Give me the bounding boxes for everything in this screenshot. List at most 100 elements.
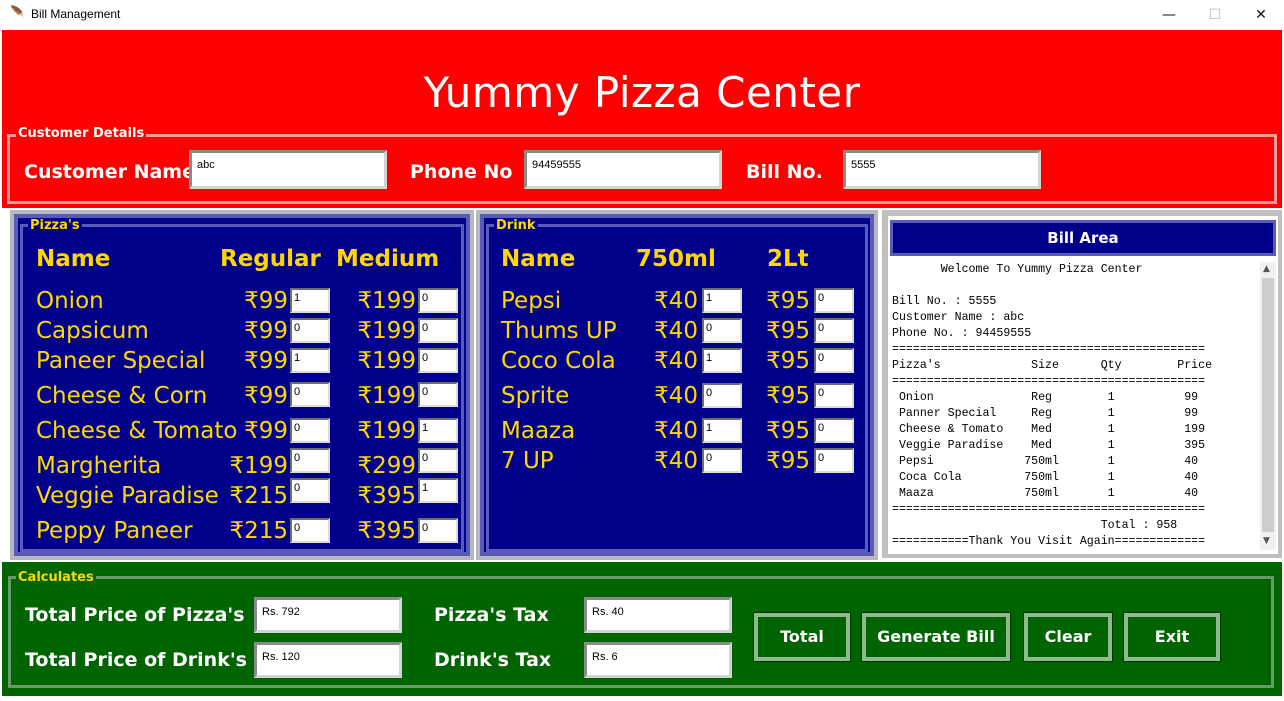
scroll-down-icon[interactable]: ▼ — [1263, 536, 1270, 546]
drink-750ml-price: ₹40 — [654, 418, 698, 444]
pizza-medium-price: ₹395 — [357, 483, 416, 509]
drink-750ml-qty-input[interactable]: 0 — [702, 318, 742, 343]
drink-tax-input[interactable]: Rs. 6 — [584, 642, 732, 678]
generate-bill-button[interactable]: Generate Bill — [861, 612, 1011, 662]
drink-2lt-qty-input[interactable]: 0 — [814, 288, 854, 313]
pizza-medium-qty-input[interactable]: 0 — [418, 288, 458, 313]
pizza-header-name: Name — [36, 246, 111, 272]
drink-2lt-qty-input[interactable]: 0 — [814, 383, 854, 408]
pizza-tax-label: Pizza's Tax — [434, 604, 549, 626]
drink-header-2lt: 2Lt — [767, 246, 809, 272]
calculates-legend: Calculates — [16, 570, 96, 585]
bill-textarea[interactable]: Welcome To Yummy Pizza Center Bill No. : … — [892, 262, 1252, 548]
drink-750ml-qty-input[interactable]: 0 — [702, 448, 742, 473]
pizza-name: Margherita — [36, 453, 162, 479]
drink-tax-label: Drink's Tax — [434, 649, 552, 671]
bill-scrollbar[interactable]: ▲ ▼ — [1260, 262, 1276, 550]
drink-2lt-price: ₹95 — [766, 318, 810, 344]
pizza-regular-qty-input[interactable]: 0 — [290, 518, 330, 543]
bill-line: Maaza 750ml 1 40 — [892, 487, 1199, 500]
total-button[interactable]: Total — [753, 612, 851, 662]
drink-panel: Drink Name 750ml 2Lt Pepsi ₹40 1 ₹95 0 Thums … — [480, 214, 874, 556]
pizza-regular-price: ₹199 — [229, 453, 288, 479]
bill-no-input[interactable]: 5555 — [843, 150, 1041, 189]
header-banner: Yummy Pizza Center — [2, 30, 1282, 130]
drink-750ml-price: ₹40 — [654, 348, 698, 374]
pizza-regular-qty-input[interactable]: 0 — [290, 318, 330, 343]
drink-750ml-qty-input[interactable]: 0 — [702, 383, 742, 408]
pizza-name: Cheese & Corn — [36, 383, 208, 409]
close-button[interactable]: ✕ — [1238, 0, 1284, 30]
bill-scroll-thumb[interactable] — [1262, 278, 1274, 532]
pizza-regular-qty-input[interactable]: 0 — [290, 418, 330, 443]
drink-2lt-qty-input[interactable]: 0 — [814, 348, 854, 373]
drink-2lt-qty-input[interactable]: 0 — [814, 418, 854, 443]
bill-line: Onion Reg 1 99 — [892, 391, 1199, 404]
pizza-regular-price: ₹99 — [244, 288, 288, 314]
pizza-medium-qty-input[interactable]: 0 — [418, 382, 458, 407]
drink-750ml-price: ₹40 — [654, 318, 698, 344]
customer-name-label: Customer Name — [24, 161, 195, 183]
drink-2lt-qty-input[interactable]: 0 — [814, 318, 854, 343]
drink-legend: Drink — [494, 218, 538, 233]
drink-2lt-price: ₹95 — [766, 288, 810, 314]
maximize-button[interactable]: ☐ — [1192, 0, 1238, 30]
pizza-medium-price: ₹199 — [357, 418, 416, 444]
pizza-regular-qty-input[interactable]: 0 — [290, 448, 330, 473]
clear-button[interactable]: Clear — [1023, 612, 1113, 662]
bill-line: Welcome To Yummy Pizza Center — [892, 263, 1143, 276]
pizza-medium-price: ₹395 — [357, 518, 416, 544]
pizza-regular-qty-input[interactable]: 0 — [290, 478, 330, 503]
pizza-medium-qty-input[interactable]: 0 — [418, 318, 458, 343]
scroll-up-icon[interactable]: ▲ — [1263, 264, 1270, 274]
bill-line: ========================================… — [892, 503, 1206, 516]
pizza-regular-price: ₹99 — [244, 383, 288, 409]
pizza-medium-qty-input[interactable]: 1 — [418, 478, 458, 503]
pizza-total-input[interactable]: Rs. 792 — [254, 597, 402, 633]
bill-line: Customer Name : abc — [892, 311, 1025, 324]
bill-no-label: Bill No. — [746, 161, 823, 183]
bill-area-frame: Bill Area Welcome To Yummy Pizza Center B… — [882, 210, 1282, 558]
bill-line — [892, 278, 1252, 294]
customer-name-input[interactable]: abc — [189, 150, 387, 189]
drink-total-input[interactable]: Rs. 120 — [254, 642, 402, 678]
drink-750ml-qty-input[interactable]: 1 — [702, 288, 742, 313]
drink-750ml-qty-input[interactable]: 1 — [702, 418, 742, 443]
phone-input[interactable]: 94459555 — [524, 150, 722, 189]
pizza-medium-price: ₹299 — [357, 453, 416, 479]
pizza-regular-qty-input[interactable]: 1 — [290, 288, 330, 313]
drink-2lt-qty-input[interactable]: 0 — [814, 448, 854, 473]
pizza-regular-price: ₹99 — [244, 418, 288, 444]
bill-line: ===========Thank You Visit Again========… — [892, 535, 1206, 548]
pizza-regular-price: ₹215 — [229, 483, 288, 509]
bill-area-title: Bill Area — [890, 220, 1276, 256]
minimize-button[interactable]: — — [1146, 0, 1192, 30]
window-title: Bill Management — [31, 7, 121, 21]
pizza-medium-price: ₹199 — [357, 288, 416, 314]
pizza-legend: Pizza's — [28, 218, 82, 233]
drink-2lt-price: ₹95 — [766, 348, 810, 374]
bill-line: Phone No. : 94459555 — [892, 327, 1032, 340]
pizza-medium-qty-input[interactable]: 0 — [418, 518, 458, 543]
bill-line: Pizza's Size Qty Price — [892, 359, 1213, 372]
pizza-regular-qty-input[interactable]: 0 — [290, 382, 330, 407]
pizza-regular-price: ₹215 — [229, 518, 288, 544]
exit-button[interactable]: Exit — [1123, 612, 1221, 662]
pizza-regular-qty-input[interactable]: 1 — [290, 348, 330, 373]
drink-name: Pepsi — [501, 288, 562, 314]
drink-2lt-price: ₹95 — [766, 383, 810, 409]
pizza-tax-input[interactable]: Rs. 40 — [584, 597, 732, 633]
pizza-medium-qty-input[interactable]: 0 — [418, 348, 458, 373]
drink-750ml-price: ₹40 — [654, 383, 698, 409]
calculates-frame: Calculates Total Price of Pizza's Rs. 79… — [2, 562, 1282, 696]
drink-750ml-qty-input[interactable]: 1 — [702, 348, 742, 373]
pizza-name: Peppy Paneer — [36, 518, 193, 544]
bill-line: Bill No. : 5555 — [892, 295, 997, 308]
bill-line: Cheese & Tomato Med 1 199 — [892, 423, 1206, 436]
pizza-medium-qty-input[interactable]: 0 — [418, 448, 458, 473]
pizza-medium-price: ₹199 — [357, 318, 416, 344]
pizza-header-regular: Regular — [220, 246, 321, 272]
pizza-name: Capsicum — [36, 318, 149, 344]
pizza-medium-qty-input[interactable]: 1 — [418, 418, 458, 443]
drink-2lt-price: ₹95 — [766, 448, 810, 474]
